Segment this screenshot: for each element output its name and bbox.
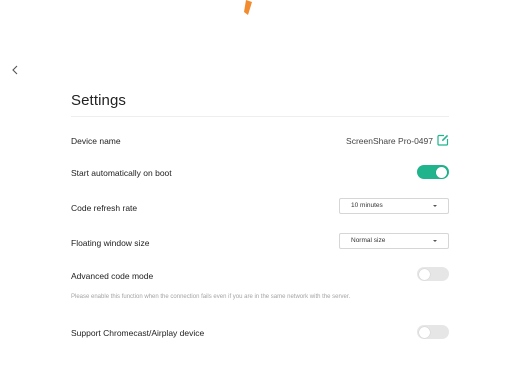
chevron-down-icon xyxy=(433,240,437,242)
toggle-knob xyxy=(436,166,447,178)
device-name-value: ScreenShare Pro-0497 xyxy=(346,136,433,146)
start-on-boot-toggle[interactable] xyxy=(417,165,449,179)
code-refresh-rate-label: Code refresh rate xyxy=(71,203,138,213)
chevron-left-icon xyxy=(12,65,18,75)
advanced-code-mode-hint: Please enable this function when the con… xyxy=(71,294,351,300)
toggle-knob xyxy=(419,326,430,338)
advanced-code-mode-toggle[interactable] xyxy=(417,267,449,281)
chromecast-airplay-toggle[interactable] xyxy=(417,325,449,339)
advanced-code-mode-label: Advanced code mode xyxy=(71,271,154,281)
edit-icon[interactable] xyxy=(437,134,449,146)
brand-mark-icon xyxy=(244,0,252,15)
title-divider xyxy=(71,116,449,117)
chromecast-airplay-label: Support Chromecast/Airplay device xyxy=(71,328,205,338)
device-name-label: Device name xyxy=(71,136,121,146)
back-button[interactable] xyxy=(9,63,21,77)
code-refresh-rate-select[interactable]: 10 minutes xyxy=(339,198,449,214)
floating-window-size-select[interactable]: Normal size xyxy=(339,233,449,249)
floating-window-size-label: Floating window size xyxy=(71,238,150,248)
settings-page: Settings Device name ScreenShare Pro-049… xyxy=(0,0,513,369)
chevron-down-icon xyxy=(433,205,437,207)
page-title: Settings xyxy=(71,92,126,109)
toggle-knob xyxy=(419,268,430,280)
start-on-boot-label: Start automatically on boot xyxy=(71,168,172,178)
floating-window-size-value: Normal size xyxy=(351,237,386,244)
code-refresh-rate-value: 10 minutes xyxy=(351,202,383,209)
